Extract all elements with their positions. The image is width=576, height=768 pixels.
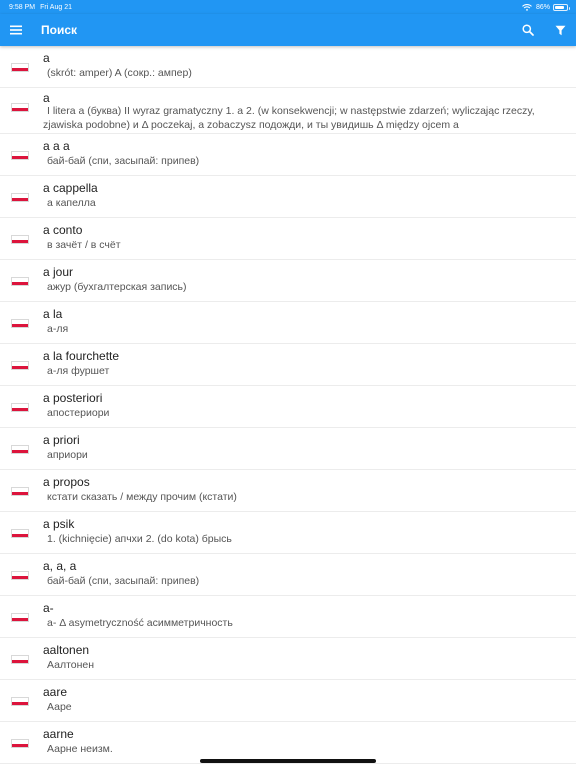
polish-flag-icon bbox=[11, 571, 29, 580]
list-item[interactable]: a priori априори bbox=[0, 428, 576, 470]
dictionary-results-list[interactable]: a (skrót: amper) A (сокр.: ампер) a I liter… bbox=[0, 46, 576, 768]
status-bar: 9:58 PM Fri Aug 21 86% bbox=[0, 0, 576, 14]
entry-translation: а-ля фуршет bbox=[47, 365, 110, 377]
polish-flag-icon bbox=[11, 487, 29, 496]
entry-headword: a bbox=[43, 51, 50, 65]
battery-icon bbox=[553, 3, 570, 11]
entry-headword: aaltonen bbox=[43, 643, 90, 657]
entry-headword: a a a bbox=[43, 139, 70, 153]
entry-translation: кстати сказать / между прочим (кстати) bbox=[47, 491, 237, 503]
entry-translation: бай-бай (спи, засыпай: припев) bbox=[47, 575, 200, 587]
polish-flag-icon bbox=[11, 613, 29, 622]
list-item[interactable]: a la а-ля bbox=[0, 302, 576, 344]
battery-fill bbox=[555, 5, 565, 9]
entry-headword: a priori bbox=[43, 433, 80, 447]
entry-headword: a la fourchette bbox=[43, 349, 120, 363]
entry-translation: I litera a (буква) II wyraz gramatyczny … bbox=[43, 105, 535, 131]
list-item[interactable]: a posteriori апостериори bbox=[0, 386, 576, 428]
app-bar: Поиск bbox=[0, 14, 576, 46]
status-date: Fri Aug 21 bbox=[40, 3, 72, 11]
battery-percent: 86% bbox=[535, 3, 550, 11]
polish-flag-icon bbox=[11, 63, 29, 72]
page-title: Поиск bbox=[41, 23, 78, 37]
entry-translation: a- Δ asymetryczność асимметричность bbox=[47, 617, 233, 629]
polish-flag-icon bbox=[11, 697, 29, 706]
list-item[interactable]: a a a бай-бай (спи, засыпай: припев) bbox=[0, 134, 576, 176]
list-item[interactable]: a-a- Δ asymetryczność асимметричность bbox=[0, 596, 576, 638]
entry-translation: Аалтонен bbox=[47, 659, 95, 671]
list-item[interactable]: aarne Аарне неизм. bbox=[0, 722, 576, 764]
entry-translation: а-ля bbox=[47, 323, 69, 335]
list-item[interactable]: a psik 1. (kichnięcie) апчхи 2. (do kota)… bbox=[0, 512, 576, 554]
polish-flag-icon bbox=[11, 151, 29, 160]
entry-headword: a psik bbox=[43, 517, 75, 531]
list-item[interactable]: a (skrót: amper) A (сокр.: ампер) bbox=[0, 46, 576, 88]
entry-translation: 1. (kichnięcie) апчхи 2. (do kota) брысь bbox=[47, 533, 232, 545]
list-item[interactable]: aI litera a (буква) II wyraz gramatyczny… bbox=[0, 88, 576, 134]
hamburger-menu-icon[interactable] bbox=[4, 18, 28, 42]
polish-flag-icon bbox=[11, 277, 29, 286]
entry-translation: апостериори bbox=[47, 407, 110, 419]
entry-translation: априори bbox=[47, 449, 88, 461]
polish-flag-icon bbox=[11, 655, 29, 664]
home-indicator bbox=[200, 759, 376, 763]
list-item[interactable]: a cappella а капелла bbox=[0, 176, 576, 218]
entry-translation: в зачёт / в счёт bbox=[47, 239, 121, 251]
entry-headword: a propos bbox=[43, 475, 90, 489]
search-icon[interactable] bbox=[516, 18, 540, 42]
polish-flag-icon bbox=[11, 529, 29, 538]
polish-flag-icon bbox=[11, 193, 29, 202]
list-item[interactable]: a jour ажур (бухгалтерская запись) bbox=[0, 260, 576, 302]
polish-flag-icon bbox=[11, 403, 29, 412]
entry-translation: (skrót: amper) A (сокр.: ампер) bbox=[47, 67, 192, 79]
entry-translation: бай-бай (спи, засыпай: припев) bbox=[47, 155, 200, 167]
list-item[interactable]: a conto в зачёт / в счёт bbox=[0, 218, 576, 260]
list-item[interactable]: aaltonen Аалтонен bbox=[0, 638, 576, 680]
polish-flag-icon bbox=[11, 319, 29, 328]
filter-icon[interactable] bbox=[548, 18, 572, 42]
list-item[interactable]: a, a, a бай-бай (спи, засыпай: припев) bbox=[0, 554, 576, 596]
entry-translation: ажур (бухгалтерская запись) bbox=[47, 281, 187, 293]
entry-headword: a cappella bbox=[43, 181, 98, 195]
entry-headword: a conto bbox=[43, 223, 83, 237]
entry-headword: aare bbox=[43, 685, 68, 699]
polish-flag-icon bbox=[11, 445, 29, 454]
entry-headword: aarne bbox=[43, 727, 74, 741]
entry-headword: a la bbox=[43, 307, 63, 321]
wifi-icon bbox=[522, 3, 532, 11]
entry-translation: Аарне неизм. bbox=[47, 743, 113, 755]
entry-translation: Ааре bbox=[47, 701, 72, 713]
entry-headword: a posteriori bbox=[43, 391, 103, 405]
entry-headword: a- bbox=[43, 601, 54, 615]
list-item[interactable]: a propos кстати сказать / между прочим (к… bbox=[0, 470, 576, 512]
status-time: 9:58 PM bbox=[9, 3, 36, 11]
entry-headword: a, a, a bbox=[43, 559, 77, 573]
polish-flag-icon bbox=[11, 235, 29, 244]
polish-flag-icon bbox=[11, 361, 29, 370]
polish-flag-icon bbox=[11, 103, 29, 112]
entry-headword: a jour bbox=[43, 265, 74, 279]
list-item[interactable]: a la fourchette а-ля фуршет bbox=[0, 344, 576, 386]
polish-flag-icon bbox=[11, 739, 29, 748]
entry-headword: a bbox=[43, 91, 50, 105]
list-item[interactable]: aare Ааре bbox=[0, 680, 576, 722]
entry-translation: а капелла bbox=[47, 197, 96, 209]
